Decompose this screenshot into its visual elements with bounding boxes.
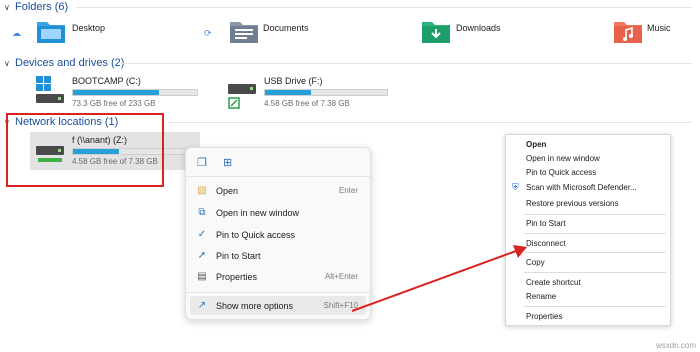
menu-separator: [524, 214, 666, 215]
watermark: wsxdn.com: [655, 341, 696, 350]
chevron-down-icon: ∨: [4, 2, 10, 12]
context-menu: ❐ ⊞ ▧ Open Enter ⧉ Open in new window ✓ …: [185, 147, 371, 320]
sync-icon: ⟳: [204, 28, 212, 38]
open-folder-icon: ▧: [197, 185, 207, 196]
drive-c[interactable]: BOOTCAMP (C:) 73.3 GB free of 233 GB: [36, 74, 206, 110]
downloads-folder-icon: [422, 22, 450, 43]
section-header-folders[interactable]: ∨ Folders (6): [0, 0, 68, 14]
usb-drive-icon: [228, 84, 256, 109]
drive-free-space: 4.58 GB free of 7.38 GB: [264, 99, 350, 108]
menu-item-pin-start[interactable]: ➚ Pin to Start: [190, 246, 366, 265]
music-folder-icon: [614, 22, 642, 43]
drive-name: USB Drive (F:): [264, 76, 323, 86]
desktop-folder-icon: [37, 22, 65, 43]
menu-item-shortcut: Alt+Enter: [324, 272, 358, 281]
classic-context-menu: Open Open in new window Pin to Quick acc…: [505, 134, 671, 326]
drive-usage-bar: [264, 89, 388, 96]
folder-desktop[interactable]: Desktop: [36, 18, 196, 48]
menu-item-open[interactable]: ▧ Open Enter: [190, 181, 366, 200]
menu-item-label: Pin to Start: [216, 250, 261, 261]
folder-music[interactable]: Music: [613, 18, 693, 48]
menu-item-label: Show more options: [216, 300, 294, 311]
folder-label: Documents: [263, 23, 309, 33]
drive-usage-fill: [73, 90, 159, 95]
drive-usage-fill: [265, 90, 312, 95]
classic-menu-item-copy[interactable]: Copy: [526, 258, 545, 267]
chevron-down-icon: ∨: [4, 58, 10, 68]
share-icon[interactable]: ⊞: [223, 156, 232, 169]
section-title: Folders (6): [15, 1, 69, 13]
menu-item-label: Open in new window: [216, 207, 300, 218]
classic-menu-item-disconnect[interactable]: Disconnect: [526, 239, 566, 248]
menu-item-open-new-window[interactable]: ⧉ Open in new window: [190, 203, 366, 222]
copy-icon[interactable]: ❐: [197, 156, 207, 169]
drive-free-space: 73.3 GB free of 233 GB: [72, 99, 156, 108]
menu-separator: [524, 306, 666, 307]
menu-separator: [524, 272, 666, 273]
classic-menu-item-restore-versions[interactable]: Restore previous versions: [526, 199, 618, 208]
section-divider: [168, 122, 692, 123]
classic-menu-item-properties[interactable]: Properties: [526, 312, 562, 321]
highlight-box: [6, 113, 164, 187]
classic-menu-item-scan-defender[interactable]: Scan with Microsoft Defender...: [526, 183, 637, 192]
classic-menu-item-create-shortcut[interactable]: Create shortcut: [526, 278, 581, 287]
documents-folder-icon: [230, 22, 258, 43]
classic-menu-item-open-new-window[interactable]: Open in new window: [526, 154, 600, 163]
section-divider: [120, 63, 692, 64]
menu-item-pin-quick-access[interactable]: ✓ Pin to Quick access: [190, 225, 366, 244]
menu-item-label: Properties: [216, 271, 258, 282]
cloud-icon: ☁: [12, 28, 21, 38]
menu-separator: [524, 233, 666, 234]
menu-item-properties[interactable]: ▤ Properties Alt+Enter: [190, 267, 366, 286]
drive-name: BOOTCAMP (C:): [72, 76, 141, 86]
menu-item-label: Pin to Quick access: [216, 229, 296, 240]
drive-f[interactable]: USB Drive (F:) 4.58 GB free of 7.38 GB: [228, 74, 398, 110]
section-header-devices[interactable]: ∨ Devices and drives (2): [0, 56, 124, 70]
windows-drive-icon: [36, 76, 64, 103]
defender-shield-icon: ⛨: [512, 182, 519, 192]
pin-start-icon: ➚: [197, 250, 207, 261]
menu-item-label: Open: [216, 185, 239, 196]
folder-label: Downloads: [456, 23, 501, 33]
menu-item-shortcut: Enter: [338, 186, 358, 195]
properties-icon: ▤: [197, 271, 207, 282]
classic-menu-item-pin-start[interactable]: Pin to Start: [526, 219, 566, 228]
section-divider: [76, 7, 692, 8]
section-title: Devices and drives (2): [15, 57, 125, 69]
classic-menu-item-open[interactable]: Open: [526, 140, 546, 149]
more-options-icon: ↗: [197, 300, 207, 311]
menu-item-show-more-options[interactable]: ↗ Show more options Shift+F10: [190, 296, 366, 315]
folder-documents[interactable]: Documents: [229, 18, 389, 48]
drive-usage-bar: [72, 89, 198, 96]
folder-downloads[interactable]: Downloads: [421, 18, 581, 48]
menu-separator: [524, 252, 666, 253]
folder-label: Music: [647, 23, 671, 33]
pin-icon: ✓: [197, 229, 207, 240]
menu-item-shortcut: Shift+F10: [323, 301, 358, 310]
folder-label: Desktop: [72, 23, 106, 33]
menu-separator: [186, 292, 370, 293]
new-window-icon: ⧉: [198, 207, 206, 218]
classic-menu-item-rename[interactable]: Rename: [526, 292, 556, 301]
menu-separator: [186, 176, 370, 177]
classic-menu-item-pin-quick-access[interactable]: Pin to Quick access: [526, 168, 596, 177]
